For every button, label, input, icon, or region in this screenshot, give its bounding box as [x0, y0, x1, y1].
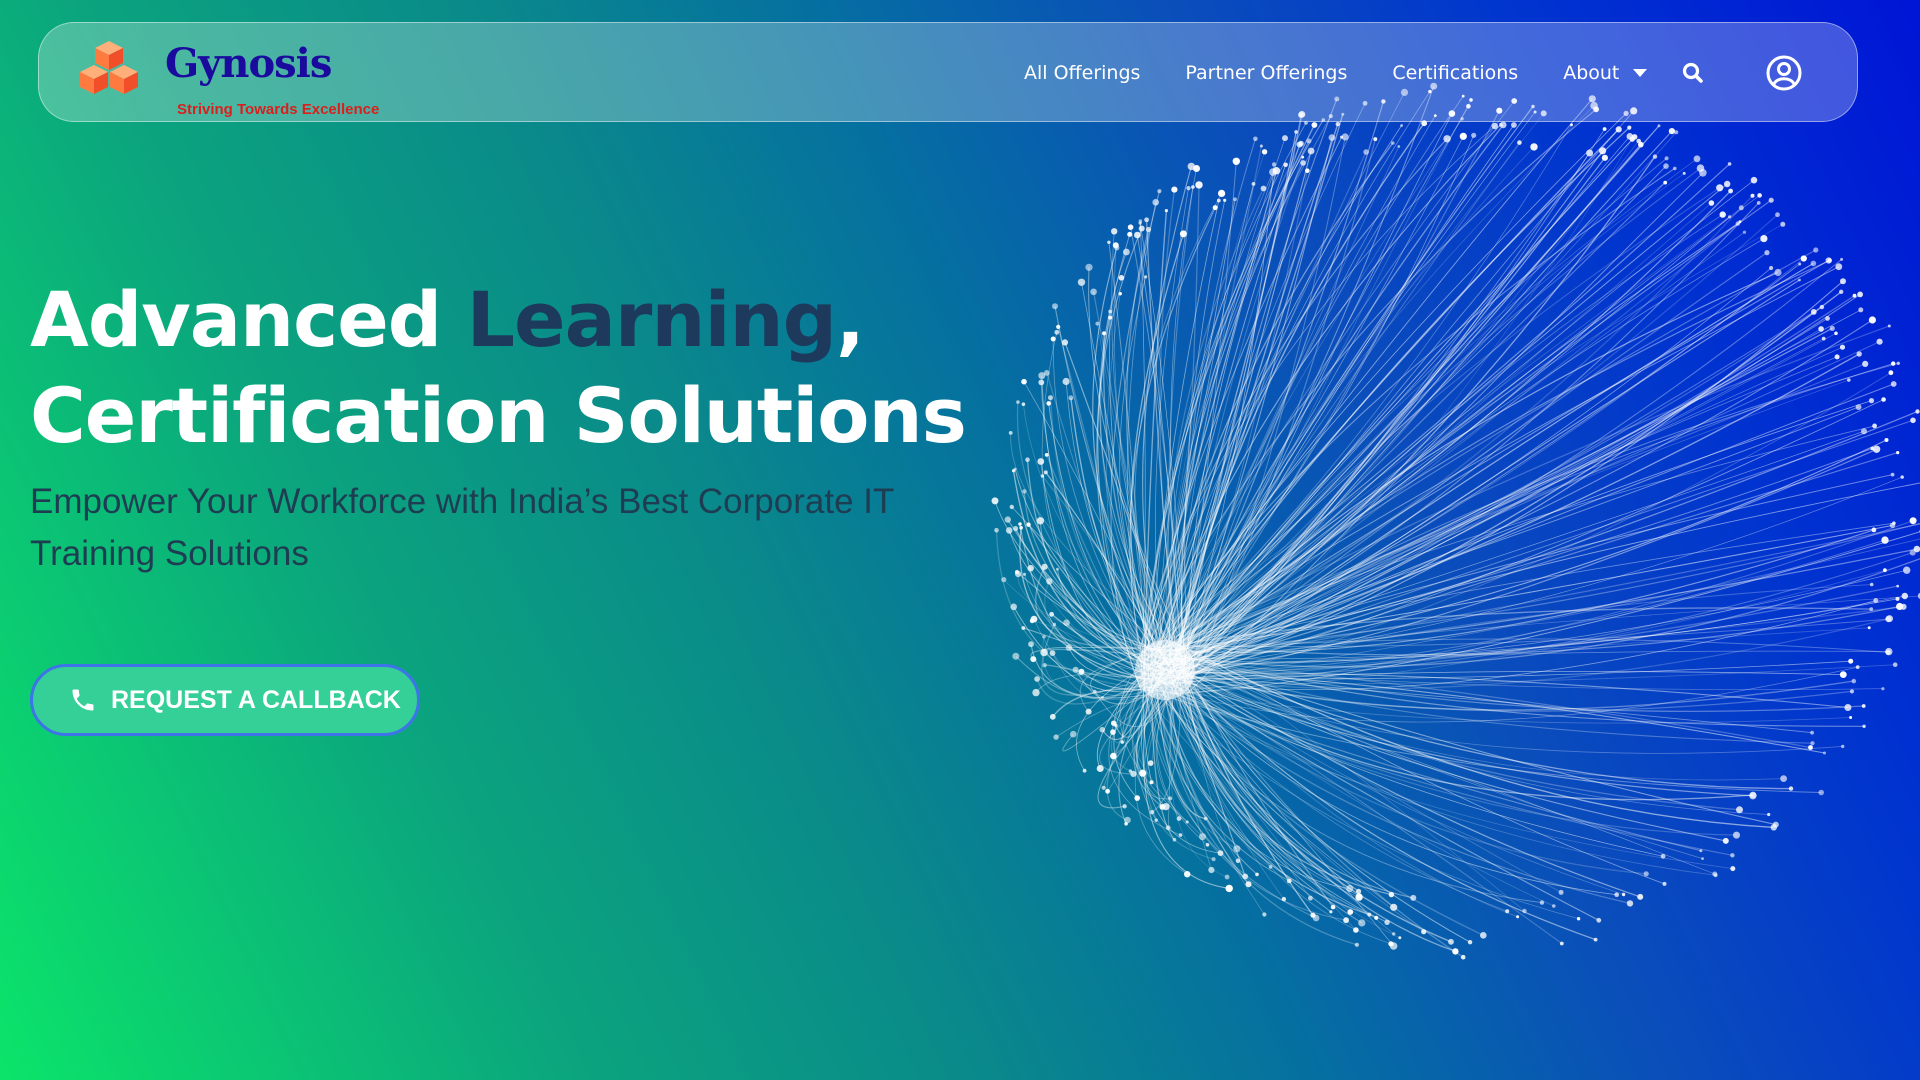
nav-about-label: About — [1563, 62, 1620, 84]
brand-tagline: Striving Towards Excellence — [177, 101, 380, 118]
search-button[interactable] — [1679, 59, 1707, 87]
main-nav: All Offerings Partner Offerings Certific… — [1024, 23, 1648, 123]
hero-title: Advanced Learning, Certification Solution… — [30, 272, 1030, 464]
caret-down-icon — [1633, 69, 1648, 77]
particle-burst-graphic — [991, 82, 1920, 960]
user-circle-icon — [1766, 55, 1802, 91]
brand-logo[interactable]: Gynosis Striving Towards Excellence — [77, 39, 379, 117]
nav-certifications[interactable]: Certifications — [1392, 62, 1518, 84]
phone-icon — [72, 689, 94, 711]
request-callback-button[interactable]: REQUEST A CALLBACK — [30, 664, 420, 736]
nav-about-dropdown[interactable]: About — [1563, 62, 1648, 84]
nav-all-offerings[interactable]: All Offerings — [1024, 62, 1140, 84]
hero-title-line2: Certification Solutions — [30, 371, 967, 460]
nav-partner-offerings[interactable]: Partner Offerings — [1185, 62, 1347, 84]
request-callback-label: REQUEST A CALLBACK — [111, 685, 401, 714]
stacked-cubes-icon — [80, 41, 138, 94]
hero-title-part1: Advanced — [30, 275, 467, 364]
brand-name: Gynosis — [165, 40, 332, 87]
account-button[interactable] — [1764, 53, 1804, 93]
hero-title-comma: , — [836, 275, 865, 364]
hero-title-highlight: Learning — [466, 275, 837, 364]
hero-subtitle: Empower Your Workforce with India’s Best… — [30, 482, 894, 573]
top-navbar: Gynosis Striving Towards Excellence All … — [38, 22, 1858, 122]
search-icon — [1682, 62, 1703, 83]
